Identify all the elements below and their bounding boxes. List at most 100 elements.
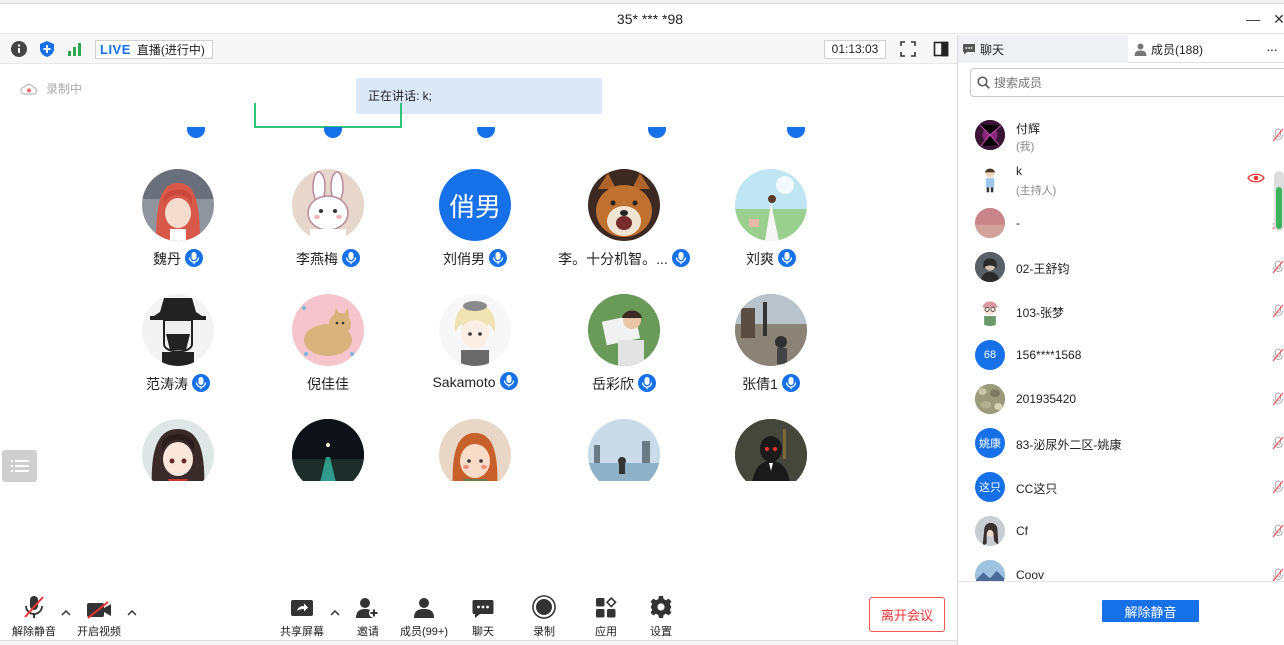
member-row[interactable]: Coov [958,553,1284,581]
members-button[interactable]: 成员(99+) [394,593,454,639]
member-row[interactable]: 姚康 83-泌尿外二区-姚康 [958,421,1284,465]
participant-tile[interactable]: 魏丹 [108,169,248,289]
apps-button[interactable]: 应用 [576,593,636,639]
chat-label: 聊天 [472,626,494,638]
close-button[interactable]: ✕ [1268,8,1284,30]
participant-avatar [588,169,660,241]
participant-tile[interactable]: 李。十分机智。... [554,169,694,289]
start-video-button[interactable]: 开启视频 [69,593,129,639]
mic-muted-icon[interactable] [1272,392,1284,409]
participant-name-text: 倪佳佳 [307,376,349,392]
participant-tile[interactable]: Sakamoto [405,294,545,414]
participant-avatar [142,294,214,366]
mic-muted-icon[interactable] [1272,436,1284,453]
member-row[interactable]: 103-张梦 [958,289,1284,333]
mic-muted-icon[interactable] [1272,524,1284,541]
participant-avatar [735,294,807,366]
unmute-button[interactable]: 解除静音 [4,593,64,639]
member-name: k [1016,164,1022,178]
tab-chat[interactable]: 聊天 [958,35,1128,63]
cloud-record-icon [20,83,38,95]
member-row[interactable]: Cf [958,509,1284,553]
apps-label: 应用 [595,626,617,638]
member-name: 付辉 [1016,122,1041,136]
live-status-badge[interactable]: LIVE 直播(进行中) [95,40,213,59]
unmute-all-button[interactable]: 解除静音 [1102,600,1199,622]
record-button[interactable]: 录制 [514,593,574,639]
partial-row-mic-badge [648,127,666,138]
partial-row-mic-badge [477,127,495,138]
member-row[interactable]: 02-王舒钧 [958,245,1284,289]
member-row[interactable]: 201935420 [958,377,1284,421]
participant-tile[interactable]: 宋晚妹-面试 [108,419,248,481]
share-screen-button[interactable]: 共享屏幕 [272,593,332,639]
participant-avatar [588,419,660,481]
search-input[interactable] [994,75,1274,90]
participant-name-text: 张倩1 [742,376,778,392]
settings-button[interactable]: 设置 [631,593,691,639]
invite-button[interactable]: 邀请 [338,593,398,639]
settings-label: 设置 [650,626,672,638]
participant-avatar: 俏男 [439,169,511,241]
member-name: Coov [1016,568,1045,581]
side-panel: 聊天 成员(188) ··· 付辉 (我) k (主持人) - 02-王舒钧 103-张梦 6… [957,35,1284,645]
window-title: 35* *** *98 [616,11,684,27]
audio-level-meter [1274,171,1284,231]
leave-meeting-button[interactable]: 离开会议 [869,597,945,632]
mic-muted-icon[interactable] [1272,128,1284,145]
mic-muted-icon[interactable] [1272,480,1284,497]
minimize-button[interactable]: — [1242,8,1264,30]
member-list: 付辉 (我) k (主持人) - 02-王舒钧 103-张梦 68 156****1568 201… [958,113,1284,581]
member-row[interactable]: 68 156****1568 [958,333,1284,377]
participant-avatar [292,419,364,481]
member-row[interactable]: k (主持人) [958,157,1284,201]
participant-tile[interactable]: Mr.hhhh [701,419,841,481]
member-name: 83-泌尿外二区-姚康 [1016,438,1122,452]
participant-tile[interactable]: 陈沁兰 [258,419,398,481]
participant-tile[interactable]: 俏男 刘俏男 [405,169,545,289]
tab-members[interactable]: 成员(188) [1134,35,1254,63]
member-search-box[interactable] [970,68,1284,97]
member-avatar [975,516,1005,546]
participant-tile[interactable]: 张倩1 [701,294,841,414]
participant-tile[interactable]: 范涛涛 [108,294,248,414]
member-avatar: 68 [975,340,1005,370]
shield-icon[interactable] [38,40,56,58]
info-icon[interactable] [10,40,28,58]
participant-tile[interactable]: 刘爽 [701,169,841,289]
chat-icon [963,44,975,55]
participant-name-text: 刘爽 [746,251,774,267]
video-options-caret[interactable] [127,607,137,619]
mic-muted-icon[interactable] [1272,260,1284,277]
mic-muted-icon [24,596,44,618]
participant-tile[interactable]: 李燕梅 [258,169,398,289]
participant-name: 张倩1 [681,374,861,394]
participant-tile[interactable]: 岳彩欣 [554,294,694,414]
participant-name-text: 李燕梅 [296,251,338,267]
chat-button[interactable]: 聊天 [453,593,513,639]
participant-tile[interactable]: 刘思齐 [554,419,694,481]
signal-icon[interactable] [66,40,84,58]
participant-tile[interactable]: 侯振兴 [405,419,545,481]
member-avatar: 这只 [975,472,1005,502]
participant-avatar [735,419,807,481]
participant-tile[interactable]: 倪佳佳 [258,294,398,414]
list-view-button[interactable] [2,450,37,482]
member-row[interactable]: - [958,201,1284,245]
members-label: 成员(99+) [400,626,448,638]
add-user-icon [356,598,379,618]
title-bar: 35* *** *98 — ✕ [0,4,1284,34]
start-video-label: 开启视频 [77,626,121,638]
member-avatar: 姚康 [975,428,1005,458]
mic-muted-icon[interactable] [1272,348,1284,365]
mic-muted-icon[interactable] [1272,304,1284,321]
more-options-button[interactable]: ··· [1266,35,1284,63]
mic-muted-icon[interactable] [1272,568,1284,581]
member-row[interactable]: 付辉 (我) [958,113,1284,157]
panel-toggle-icon[interactable] [932,40,950,58]
member-avatar [975,384,1005,414]
member-row[interactable]: 这只 CC这只 [958,465,1284,509]
fullscreen-icon[interactable] [899,40,917,58]
member-role: (我) [1016,141,1035,153]
members-icon [414,598,434,618]
